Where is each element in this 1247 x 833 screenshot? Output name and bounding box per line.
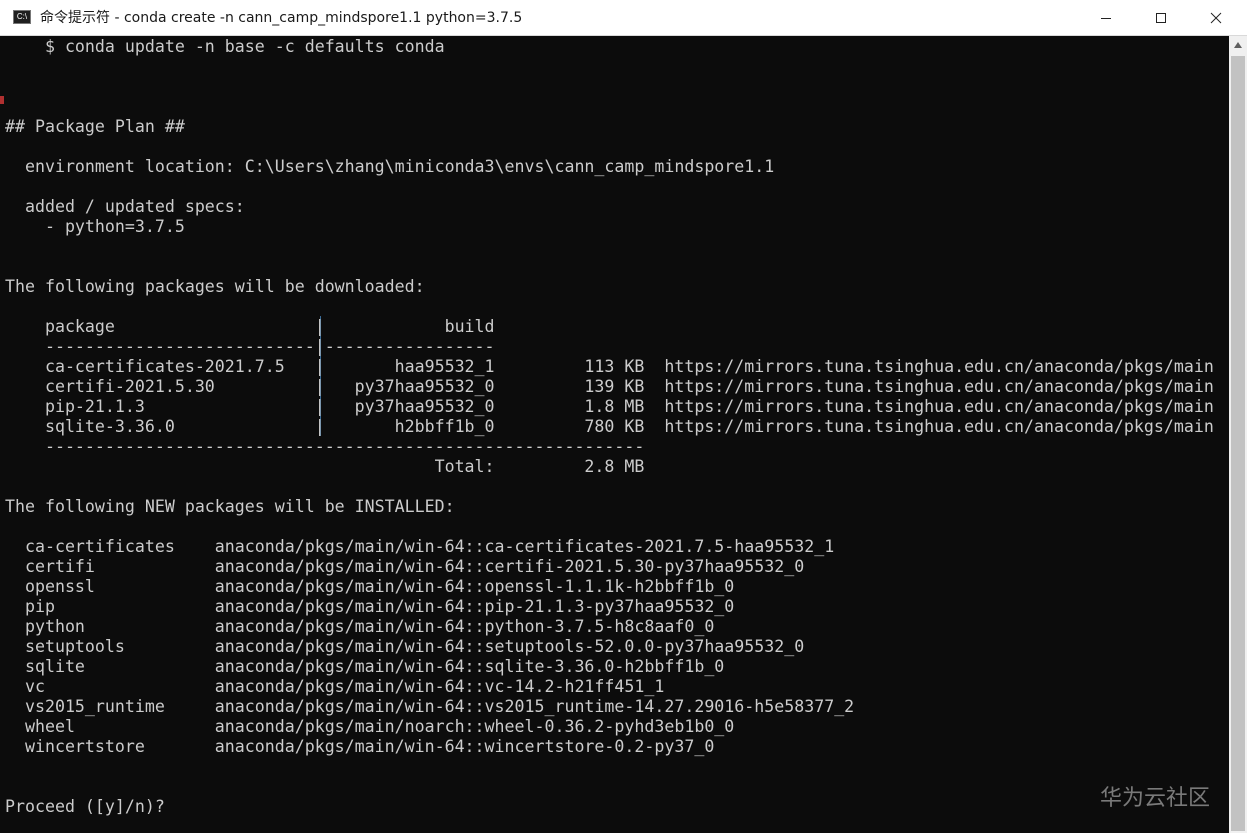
minimize-icon bbox=[1101, 17, 1111, 19]
console-line: The following packages will be downloade… bbox=[5, 277, 425, 296]
chevron-up-icon bbox=[1234, 42, 1242, 48]
console-line: ca-certificates-2021.7.5 | haa95532_1 11… bbox=[5, 357, 1214, 376]
console-line: sqlite-3.36.0 | h2bbff1b_0 780 KB https:… bbox=[5, 417, 1214, 436]
console-line: setuptools anaconda/pkgs/main/win-64::se… bbox=[5, 637, 805, 656]
scroll-up-button[interactable] bbox=[1229, 36, 1247, 54]
console-line: certifi anaconda/pkgs/main/win-64::certi… bbox=[5, 557, 805, 576]
console-line: environment location: C:\Users\zhang\min… bbox=[5, 157, 775, 176]
console-line: sqlite anaconda/pkgs/main/win-64::sqlite… bbox=[5, 657, 725, 676]
minimize-button[interactable] bbox=[1083, 0, 1129, 35]
console-line: ca-certificates anaconda/pkgs/main/win-6… bbox=[5, 537, 835, 556]
console-line: Proceed ([y]/n)? bbox=[5, 797, 165, 816]
console-line: $ conda update -n base -c defaults conda bbox=[5, 37, 445, 56]
console-line: ---------------------------|------------… bbox=[5, 337, 495, 356]
console-line: python anaconda/pkgs/main/win-64::python… bbox=[5, 617, 715, 636]
console-line: ----------------------------------------… bbox=[5, 437, 645, 456]
console-line: openssl anaconda/pkgs/main/win-64::opens… bbox=[5, 577, 735, 596]
console-line: package | build bbox=[5, 317, 495, 336]
console-line: pip-21.1.3 | py37haa95532_0 1.8 MB https… bbox=[5, 397, 1214, 416]
close-icon bbox=[1210, 12, 1222, 23]
console-line: - python=3.7.5 bbox=[5, 217, 185, 236]
console-line: wincertstore anaconda/pkgs/main/win-64::… bbox=[5, 737, 715, 756]
console-line: vc anaconda/pkgs/main/win-64::vc-14.2-h2… bbox=[5, 677, 665, 696]
cmd-app-icon: C:\ bbox=[13, 10, 31, 24]
window-title: 命令提示符 - conda create -n cann_camp_mindsp… bbox=[40, 10, 523, 26]
console-line: pip anaconda/pkgs/main/win-64::pip-21.1.… bbox=[5, 597, 735, 616]
console-line: Total: 2.8 MB bbox=[5, 457, 645, 476]
console-output[interactable]: $ conda update -n base -c defaults conda… bbox=[0, 36, 1229, 833]
console-line: The following NEW packages will be INSTA… bbox=[5, 497, 455, 516]
console-line: certifi-2021.5.30 | py37haa95532_0 139 K… bbox=[5, 377, 1214, 396]
scrollbar-thumb[interactable] bbox=[1231, 56, 1245, 831]
maximize-button[interactable] bbox=[1138, 0, 1184, 35]
title-bar[interactable]: C:\ 命令提示符 - conda create -n cann_camp_mi… bbox=[0, 0, 1247, 36]
console-line: wheel anaconda/pkgs/main/noarch::wheel-0… bbox=[5, 717, 735, 736]
close-button[interactable] bbox=[1193, 0, 1239, 35]
watermark: 华为云社区 bbox=[1100, 786, 1211, 811]
console-line: ## Package Plan ## bbox=[5, 117, 185, 136]
console-line: vs2015_runtime anaconda/pkgs/main/win-64… bbox=[5, 697, 855, 716]
vertical-scrollbar[interactable] bbox=[1229, 36, 1247, 833]
cursor-artifact bbox=[0, 96, 4, 104]
maximize-icon bbox=[1156, 12, 1166, 23]
console-line: added / updated specs: bbox=[5, 197, 245, 216]
